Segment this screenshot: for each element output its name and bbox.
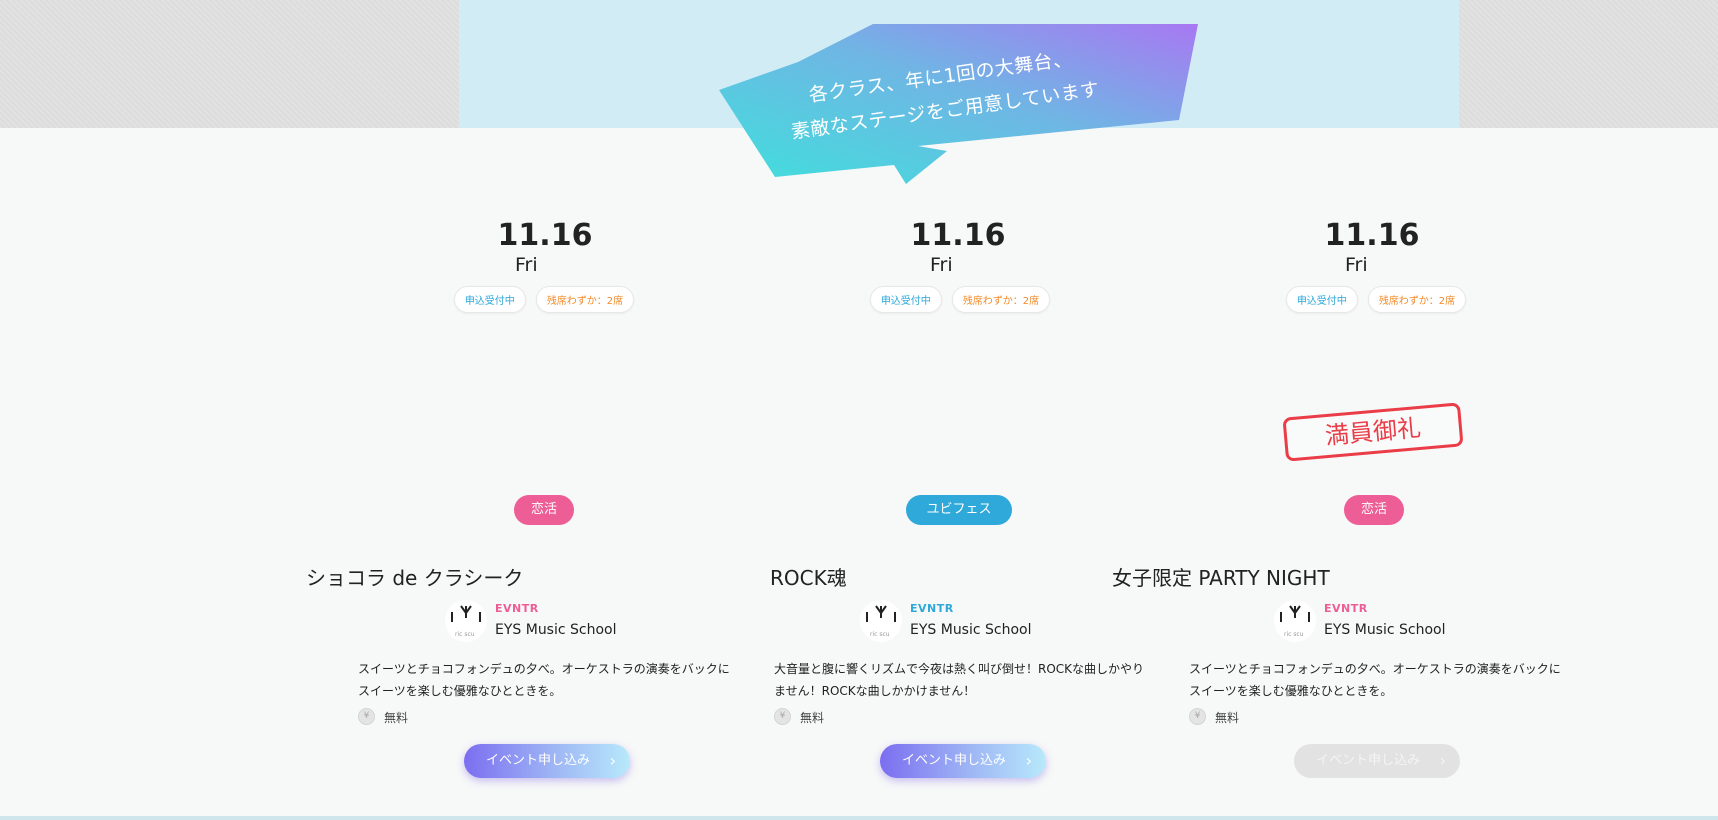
event-date: 11.16 [1324, 218, 1420, 253]
category-tag: ユビフェス [906, 495, 1012, 525]
organizer-name[interactable]: EYS Music School [910, 622, 1032, 638]
price-text: 無料 [800, 711, 825, 725]
event-badges: 申込受付中 残席わずか：2席 [334, 286, 754, 313]
event-day-of-week: Fri [515, 254, 538, 276]
event-title: ROCK魂 [770, 566, 847, 590]
category-tag: 恋活 [1344, 495, 1404, 525]
event-card-3: 11.16 Fri 申込受付中 残席わずか：2席 満員御礼 恋活 女子限定 PA… [1112, 210, 1586, 780]
apply-label: イベント申し込み [902, 753, 1007, 768]
bottom-divider [0, 816, 1718, 820]
event-badges: 申込受付中 残席わずか：2席 [1166, 286, 1586, 313]
organizer-brand: EVNTR [1324, 602, 1368, 615]
price-text: 無料 [384, 711, 409, 725]
seats-badge: 残席わずか：2席 [951, 286, 1051, 313]
svg-text:ric scu: ric scu [1284, 631, 1304, 638]
price: ¥ 無料 [1189, 708, 1389, 726]
hero-banner: 各クラス、年に1回の大舞台、 素敵なステージをご用意しています [718, 22, 1200, 185]
apply-label: イベント申し込み [486, 753, 591, 768]
organizer-logo: ric scu [445, 600, 487, 642]
apply-button[interactable]: イベント申し込み › [880, 744, 1046, 778]
apply-button[interactable]: イベント申し込み › [464, 744, 630, 778]
organizer-name[interactable]: EYS Music School [1324, 622, 1446, 638]
event-card-2: 11.16 Fri 申込受付中 残席わずか：2席 ユビフェス ROCK魂 ric… [750, 210, 1170, 780]
svg-text:ric scu: ric scu [870, 631, 890, 638]
apply-button-disabled: イベント申し込み › [1294, 744, 1460, 778]
chevron-right-icon: › [609, 751, 616, 770]
event-title: ショコラ de クラシーク [306, 566, 524, 590]
status-badge: 申込受付中 [453, 286, 526, 313]
price: ¥ 無料 [358, 708, 558, 726]
seats-badge: 残席わずか：2席 [535, 286, 635, 313]
event-description: 大音量と腹に響くリズムで今夜は熱く叫び倒せ！ROCKな曲しかやりません！ROCK… [774, 662, 1145, 698]
organizer-brand: EVNTR [495, 602, 539, 615]
chevron-right-icon: › [1439, 751, 1446, 770]
organizer: ric scu EVNTR EYS Music School [1274, 600, 1574, 642]
chevron-right-icon: › [1025, 751, 1032, 770]
seats-badge: 残席わずか：2席 [1367, 286, 1467, 313]
event-description: スイーツとチョコフォンデュの夕べ。オーケストラの演奏をバックにスイーツを楽しむ優… [358, 662, 730, 698]
event-card-1: 11.16 Fri 申込受付中 残席わずか：2席 恋活 ショコラ de クラシー… [306, 210, 754, 780]
yen-icon: ¥ [1189, 708, 1206, 725]
status-badge: 申込受付中 [869, 286, 942, 313]
organizer: ric scu EVNTR EYS Music School [860, 600, 1160, 642]
event-title: 女子限定 PARTY NIGHT [1112, 566, 1330, 590]
event-day-of-week: Fri [1345, 254, 1368, 276]
organizer-brand: EVNTR [910, 602, 954, 615]
apply-label: イベント申し込み [1316, 753, 1421, 768]
status-badge: 申込受付中 [1285, 286, 1358, 313]
price-text: 無料 [1215, 711, 1240, 725]
event-badges: 申込受付中 残席わずか：2席 [750, 286, 1170, 313]
category-tag: 恋活 [514, 495, 574, 525]
organizer-logo: ric scu [860, 600, 902, 642]
organizer-name[interactable]: EYS Music School [495, 622, 617, 638]
organizer: ric scu EVNTR EYS Music School [445, 600, 745, 642]
organizer-logo: ric scu [1274, 600, 1316, 642]
event-description: スイーツとチョコフォンデュの夕べ。オーケストラの演奏をバックにスイーツを楽しむ優… [1189, 662, 1561, 698]
price: ¥ 無料 [774, 708, 974, 726]
yen-icon: ¥ [774, 708, 791, 725]
svg-text:ric scu: ric scu [455, 631, 475, 638]
yen-icon: ¥ [358, 708, 375, 725]
sold-out-stamp: 満員御礼 [1282, 402, 1464, 462]
event-day-of-week: Fri [930, 254, 953, 276]
